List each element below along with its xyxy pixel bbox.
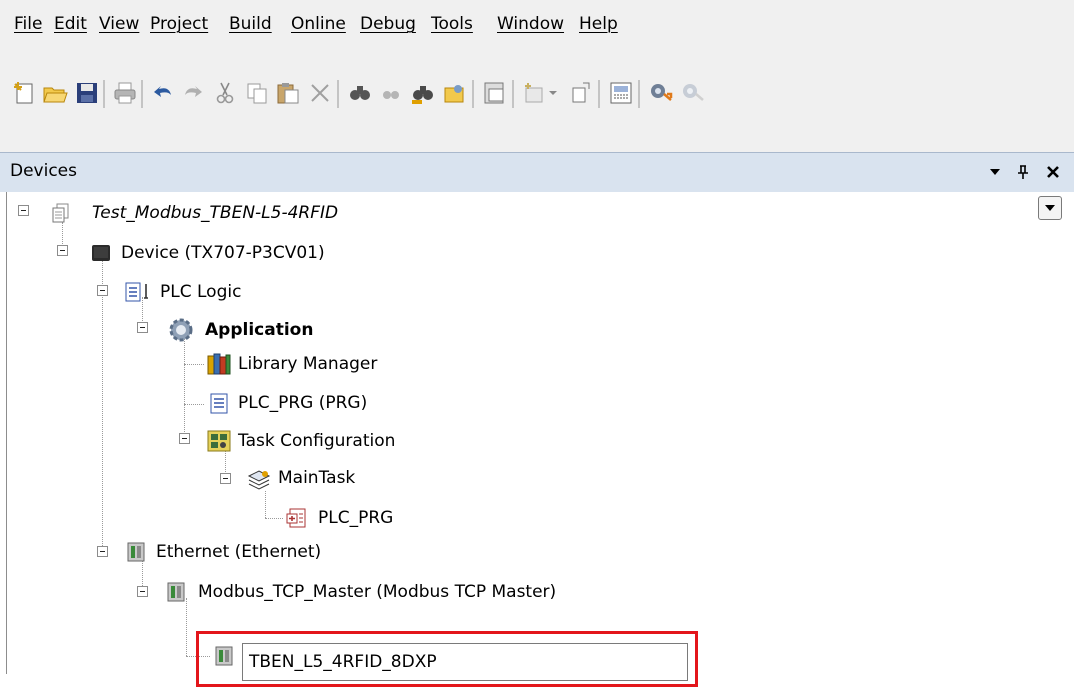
application-gear-icon xyxy=(167,316,195,344)
tree-modbus-master[interactable]: Modbus_TCP_Master (Modbus TCP Master) xyxy=(198,581,556,603)
tree-main-task[interactable]: MainTask xyxy=(278,467,355,489)
menu-project[interactable]: Project xyxy=(150,14,208,34)
tree-project[interactable]: Test_Modbus_TBEN-L5-4RFID xyxy=(92,202,338,224)
menu-file[interactable]: File xyxy=(14,14,42,34)
toolbar-separator xyxy=(598,80,600,108)
toolbar-separator xyxy=(512,80,514,108)
highlight-frame xyxy=(196,631,698,687)
tree-device[interactable]: Device (TX707-P3CV01) xyxy=(121,242,325,264)
task-icon xyxy=(246,468,272,492)
toolbar xyxy=(0,52,1074,152)
tree-task-configuration[interactable]: Task Configuration xyxy=(238,430,395,452)
chevron-down-icon[interactable] xyxy=(546,78,560,108)
tree-connector xyxy=(184,364,204,365)
tree-connector xyxy=(102,258,103,552)
tree-connector xyxy=(225,450,226,474)
tree-connector xyxy=(265,518,283,519)
toolbar-separator xyxy=(472,80,474,108)
collapse-toggle[interactable] xyxy=(57,245,68,256)
tree-dropdown-button[interactable] xyxy=(1038,196,1062,220)
menu-debug[interactable]: Debug xyxy=(360,14,416,34)
save-icon[interactable] xyxy=(72,78,102,108)
menu-help[interactable]: Help xyxy=(579,14,618,34)
tree-library-manager[interactable]: Library Manager xyxy=(238,353,377,375)
undo-icon[interactable] xyxy=(148,78,178,108)
replace-all-icon[interactable] xyxy=(440,78,470,108)
logout-icon[interactable] xyxy=(678,78,708,108)
tree-connector xyxy=(184,404,204,405)
collapse-toggle[interactable] xyxy=(18,205,29,216)
menu-bar: File Edit View Project Build Online Debu… xyxy=(0,0,1074,52)
tree-connector xyxy=(186,598,187,656)
pou-document-icon xyxy=(208,392,230,414)
toolbar-separator xyxy=(337,80,339,108)
task-configuration-icon xyxy=(206,429,232,453)
menu-tools[interactable]: Tools xyxy=(431,14,473,34)
toolbar-separator xyxy=(103,80,105,108)
devices-panel-header: Devices xyxy=(0,152,1074,192)
paste-icon[interactable] xyxy=(273,78,303,108)
device-icon xyxy=(90,242,112,264)
panel-left-border xyxy=(6,192,7,674)
menu-edit[interactable]: Edit xyxy=(54,14,87,34)
tree-application[interactable]: Application xyxy=(205,319,313,341)
collapse-toggle[interactable] xyxy=(179,433,190,444)
replace-icon[interactable] xyxy=(408,78,438,108)
redo-icon[interactable] xyxy=(178,78,208,108)
print-icon[interactable] xyxy=(110,78,140,108)
menu-window[interactable]: Window xyxy=(497,14,564,34)
bookmarks-icon[interactable] xyxy=(480,78,510,108)
collapse-toggle[interactable] xyxy=(137,586,148,597)
ethernet-module-icon xyxy=(125,541,147,563)
collapse-toggle[interactable] xyxy=(97,285,108,296)
tree-connector xyxy=(265,491,266,518)
collapse-toggle[interactable] xyxy=(137,322,148,333)
tree-plc-logic[interactable]: PLC Logic xyxy=(160,281,241,303)
login-icon[interactable] xyxy=(646,78,676,108)
tree-connector xyxy=(62,222,63,246)
panel-title: Devices xyxy=(10,161,77,181)
plc-logic-icon xyxy=(124,281,154,303)
tree-ethernet[interactable]: Ethernet (Ethernet) xyxy=(156,541,321,563)
toolbar-separator xyxy=(141,80,143,108)
collapse-toggle[interactable] xyxy=(97,546,108,557)
collapse-toggle[interactable] xyxy=(220,473,231,484)
menu-view[interactable]: View xyxy=(99,14,139,34)
find-next-icon[interactable] xyxy=(376,78,406,108)
modbus-master-icon xyxy=(165,581,187,603)
tree-main-task-call[interactable]: PLC_PRG xyxy=(318,507,393,529)
new-project-icon[interactable] xyxy=(10,78,40,108)
tree-plc-prg[interactable]: PLC_PRG (PRG) xyxy=(238,392,367,414)
delete-icon[interactable] xyxy=(305,78,335,108)
add-device-icon[interactable] xyxy=(566,78,596,108)
cut-icon[interactable] xyxy=(210,78,240,108)
find-icon[interactable] xyxy=(345,78,375,108)
project-icon xyxy=(50,202,72,224)
open-folder-icon[interactable] xyxy=(40,78,70,108)
pin-icon[interactable] xyxy=(1012,161,1034,183)
toolbar-separator xyxy=(638,80,640,108)
menu-build[interactable]: Build xyxy=(229,14,272,34)
copy-icon[interactable] xyxy=(242,78,272,108)
visualization-icon[interactable] xyxy=(606,78,636,108)
close-icon[interactable] xyxy=(1042,161,1064,183)
dropdown-arrow-icon[interactable] xyxy=(984,161,1006,183)
menu-online[interactable]: Online xyxy=(291,14,346,34)
program-call-icon xyxy=(285,507,307,529)
library-books-icon xyxy=(206,352,232,376)
tree-connector xyxy=(184,338,185,438)
